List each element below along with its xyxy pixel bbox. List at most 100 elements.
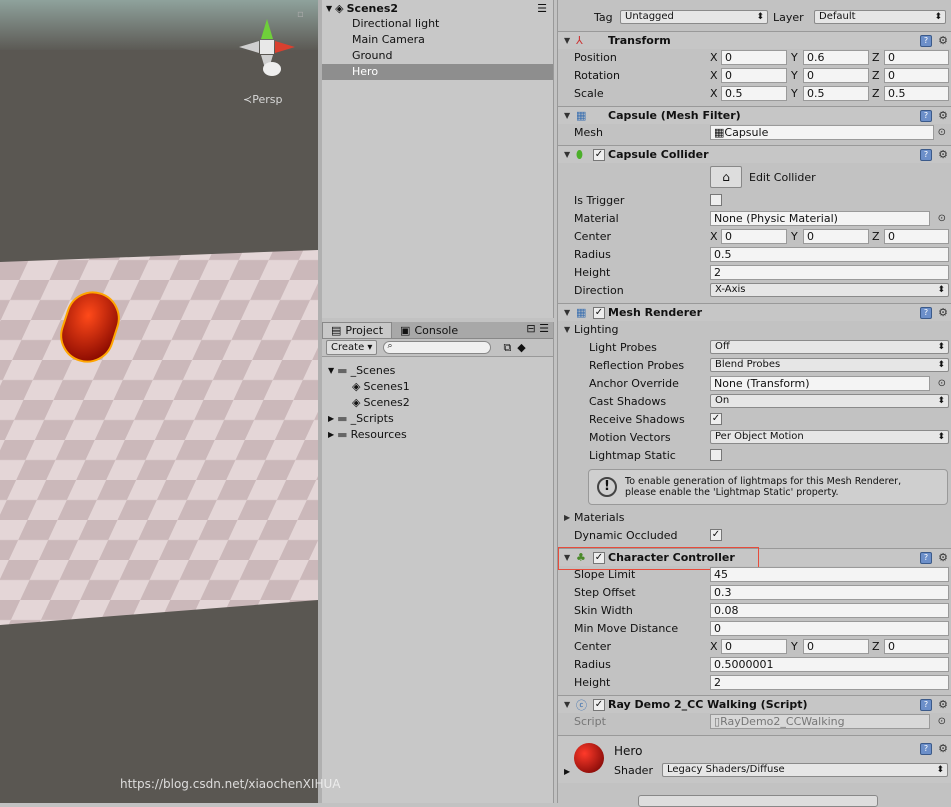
slope-limit-field[interactable]: 45 xyxy=(710,566,949,582)
object-picker-icon[interactable]: ⊙ xyxy=(938,213,946,224)
cc-center-x-field[interactable]: 0 xyxy=(721,638,787,654)
menu-icon[interactable]: ☰ xyxy=(537,2,547,15)
tab-console[interactable]: ▣ Console xyxy=(392,322,466,338)
mesh-filter-header[interactable]: ▼ ▦ Capsule (Mesh Filter) ? ⚙ xyxy=(558,106,951,124)
gear-icon[interactable]: ⚙ xyxy=(938,148,948,161)
gear-icon[interactable]: ⚙ xyxy=(938,742,948,755)
collider-height-row: Height 2 xyxy=(558,263,951,281)
help-icon[interactable]: ? xyxy=(920,306,932,319)
mesh-renderer-enabled-checkbox[interactable]: ✓ xyxy=(593,306,605,319)
receive-shadows-checkbox[interactable]: ✓ xyxy=(710,413,722,425)
mesh-renderer-header[interactable]: ▼ ▦ ✓ Mesh Renderer ? ⚙ xyxy=(558,303,951,321)
min-move-distance-field[interactable]: 0 xyxy=(710,620,949,636)
capsule-collider-enabled-checkbox[interactable]: ✓ xyxy=(593,148,605,161)
script-enabled-checkbox[interactable]: ✓ xyxy=(593,698,605,711)
gear-icon[interactable]: ⚙ xyxy=(938,551,948,564)
position-y-field[interactable]: 0.6 xyxy=(803,49,869,65)
help-icon[interactable]: ? xyxy=(920,698,932,711)
cc-radius-field[interactable]: 0.5000001 xyxy=(710,656,949,672)
search-input[interactable]: ⌕ xyxy=(383,341,492,354)
object-picker-icon[interactable]: ⊙ xyxy=(938,378,946,389)
tree-item-scripts[interactable]: ▶ ▬ _Scripts xyxy=(322,411,553,427)
direction-row: Direction X-Axis xyxy=(558,281,951,299)
anchor-override-field[interactable]: None (Transform) xyxy=(710,375,930,391)
cc-center-y-field[interactable]: 0 xyxy=(803,638,869,654)
light-probes-dropdown[interactable]: Off xyxy=(710,340,949,354)
gear-icon[interactable]: ⚙ xyxy=(938,34,948,47)
filter-type-icon[interactable]: ⧉ xyxy=(503,341,511,355)
unity-scene-icon: ◈ xyxy=(352,380,361,393)
dynamic-occluded-checkbox[interactable]: ✓ xyxy=(710,529,722,541)
transform-header[interactable]: ▼ ⅄ Transform ? ⚙ xyxy=(558,31,951,49)
edit-collider-button[interactable]: ⌂ xyxy=(710,166,742,188)
cc-height-field[interactable]: 2 xyxy=(710,674,949,690)
hierarchy-scene-header[interactable]: ▼ ◈ Scenes2 ☰ xyxy=(322,0,553,16)
console-icon: ▣ xyxy=(400,323,411,337)
rotation-z-field[interactable]: 0 xyxy=(884,67,949,83)
rotation-x-field[interactable]: 0 xyxy=(721,67,787,83)
tree-item-scenes1[interactable]: ◈ Scenes1 xyxy=(322,379,553,395)
lock-icon[interactable]: ⊟ ☰ xyxy=(526,322,553,338)
direction-dropdown[interactable]: X-Axis xyxy=(710,283,949,297)
help-icon[interactable]: ? xyxy=(920,34,932,47)
help-icon[interactable]: ? xyxy=(920,109,932,122)
create-button[interactable]: Create ▾ xyxy=(326,340,378,355)
tree-item-scenes[interactable]: ▼ ▬ _Scenes xyxy=(322,363,553,379)
hierarchy-item-directional-light[interactable]: Directional light xyxy=(322,16,553,32)
lightmap-static-checkbox[interactable] xyxy=(710,449,722,461)
gear-icon[interactable]: ⚙ xyxy=(938,698,948,711)
persp-label[interactable]: ≺Persp xyxy=(243,93,282,106)
folder-icon: ▬ xyxy=(337,412,348,425)
collider-height-field[interactable]: 2 xyxy=(710,264,949,280)
physic-material-field[interactable]: None (Physic Material) xyxy=(710,210,930,226)
project-panel: ▤ Project ▣ Console ⊟ ☰ Create ▾ ⌕ ⧉ ◆ ▼ ▬ _… xyxy=(322,322,554,803)
collider-center-y-field[interactable]: 0 xyxy=(803,228,869,244)
filter-label-icon[interactable]: ◆ xyxy=(517,341,525,354)
reflection-probes-dropdown[interactable]: Blend Probes xyxy=(710,358,949,372)
mesh-filter-icon: ▦ xyxy=(576,109,587,122)
help-icon[interactable]: ? xyxy=(920,148,932,161)
layer-dropdown[interactable]: Default xyxy=(814,10,946,24)
hierarchy-item-hero[interactable]: Hero xyxy=(322,64,553,80)
add-component-button[interactable] xyxy=(638,795,878,807)
skin-width-field[interactable]: 0.08 xyxy=(710,602,949,618)
help-icon[interactable]: ? xyxy=(920,743,932,755)
is-trigger-row: Is Trigger xyxy=(558,191,951,209)
tab-project[interactable]: ▤ Project xyxy=(322,322,393,338)
is-trigger-checkbox[interactable] xyxy=(710,194,722,206)
mesh-field[interactable]: ▦Capsule xyxy=(710,124,934,140)
hierarchy-item-main-camera[interactable]: Main Camera xyxy=(322,32,553,48)
motion-vectors-dropdown[interactable]: Per Object Motion xyxy=(710,430,949,444)
tree-item-resources[interactable]: ▶ ▬ Resources xyxy=(322,427,553,443)
collider-center-z-field[interactable]: 0 xyxy=(884,228,949,244)
step-offset-row: Step Offset 0.3 xyxy=(558,583,951,601)
tree-item-scenes2[interactable]: ◈ Scenes2 xyxy=(322,395,553,411)
collider-center-row: Center X0 Y0 Z0 xyxy=(558,227,951,245)
rotation-y-field[interactable]: 0 xyxy=(803,67,869,83)
collider-radius-field[interactable]: 0.5 xyxy=(710,246,949,262)
scale-z-field[interactable]: 0.5 xyxy=(884,85,949,101)
object-picker-icon[interactable]: ⊙ xyxy=(938,127,946,138)
hierarchy-item-ground[interactable]: Ground xyxy=(322,48,553,64)
scale-x-field[interactable]: 0.5 xyxy=(721,85,787,101)
tag-layer-row: Tag Untagged Layer Default xyxy=(558,8,951,26)
position-z-field[interactable]: 0 xyxy=(884,49,949,65)
gear-icon[interactable]: ⚙ xyxy=(938,109,948,122)
scene-view[interactable]: ▫ ≺Persp xyxy=(0,0,318,803)
shader-dropdown[interactable]: Legacy Shaders/Diffuse xyxy=(662,763,948,777)
scale-y-field[interactable]: 0.5 xyxy=(803,85,869,101)
cc-center-z-field[interactable]: 0 xyxy=(884,638,949,654)
cast-shadows-dropdown[interactable]: On xyxy=(710,394,949,408)
lock-icon[interactable]: ▫ xyxy=(297,9,307,20)
lighting-foldout[interactable]: ▼ Lighting xyxy=(558,320,951,338)
gear-icon[interactable]: ⚙ xyxy=(938,306,948,319)
tag-dropdown[interactable]: Untagged xyxy=(620,10,768,24)
collider-center-x-field[interactable]: 0 xyxy=(721,228,787,244)
help-icon[interactable]: ? xyxy=(920,551,932,564)
script-header[interactable]: ▼ ⓒ ✓ Ray Demo 2_CC Walking (Script) ? ⚙ xyxy=(558,695,951,713)
step-offset-field[interactable]: 0.3 xyxy=(710,584,949,600)
position-x-field[interactable]: 0 xyxy=(721,49,787,65)
collapse-triangle-icon: ▼ xyxy=(564,36,571,45)
materials-foldout[interactable]: ▶ Materials xyxy=(558,508,951,526)
capsule-collider-header[interactable]: ▼ ⬮ ✓ Capsule Collider ? ⚙ xyxy=(558,145,951,163)
